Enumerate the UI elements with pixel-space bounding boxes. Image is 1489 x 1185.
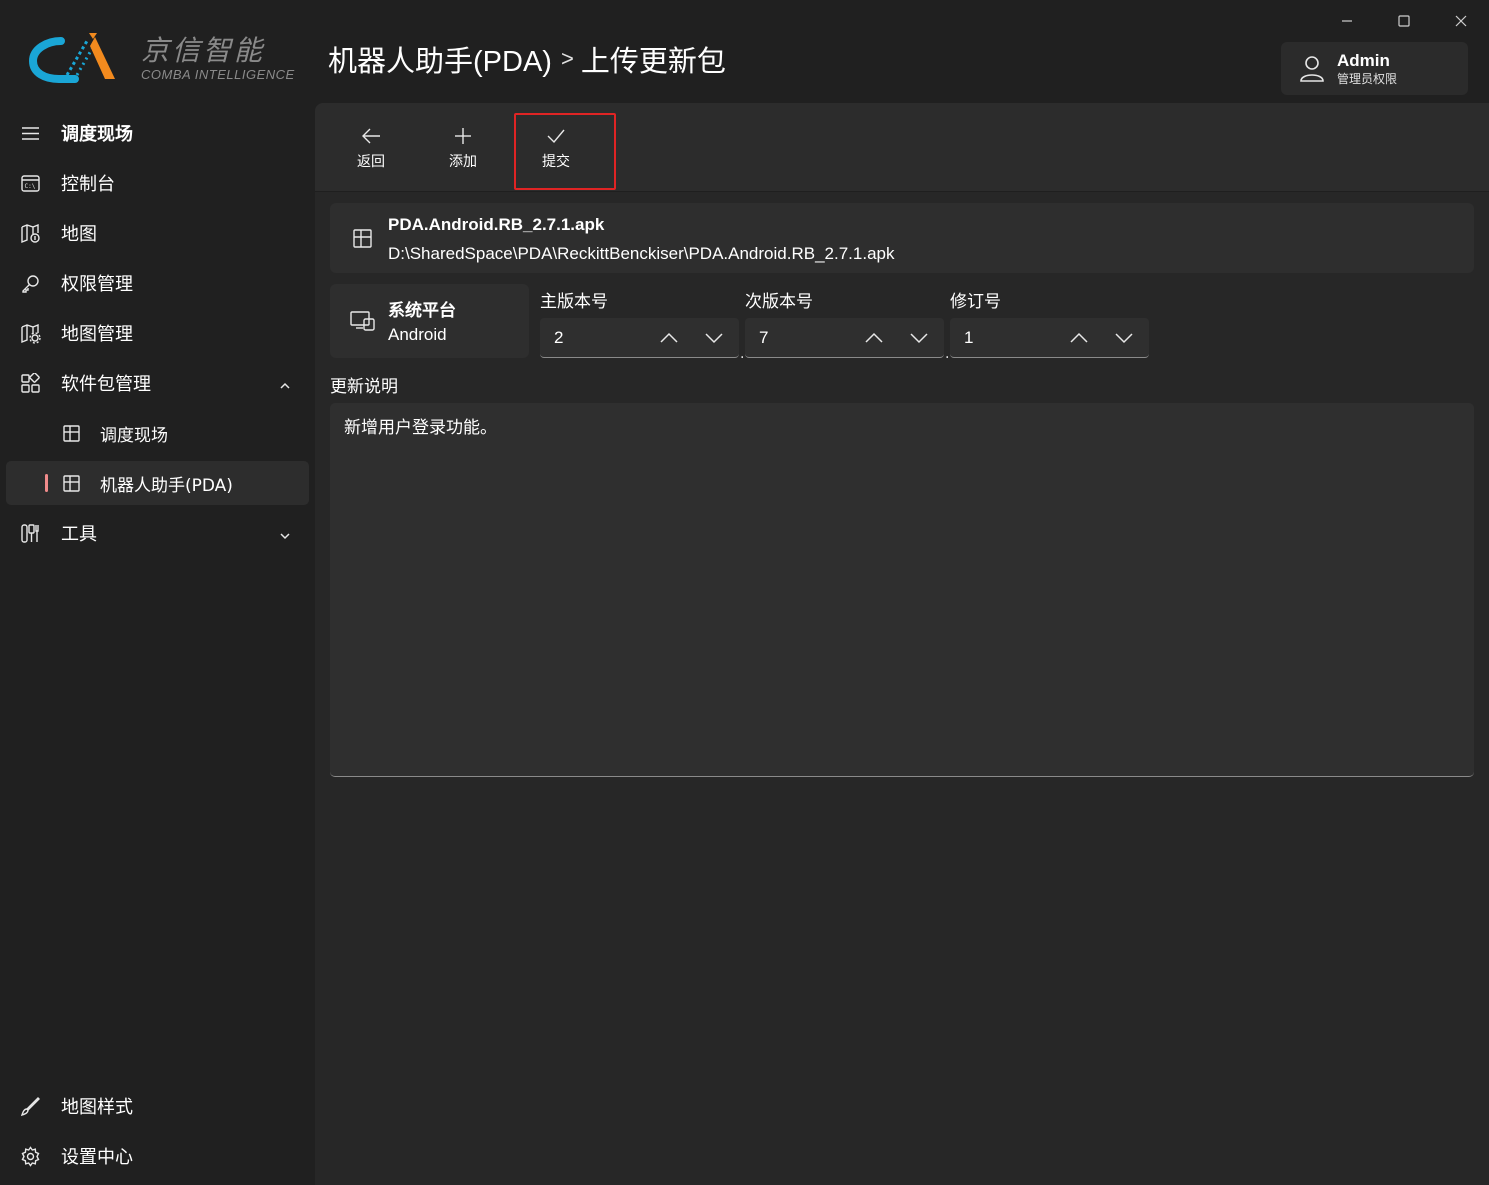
sidebar-item-label: 软件包管理 [61,374,151,395]
sidebar-item-map[interactable]: 地图 [6,211,309,255]
sidebar-item-label: 地图管理 [61,324,133,345]
active-indicator [45,474,48,492]
package-icon [352,228,373,249]
key-icon [20,273,41,294]
user-role: 管理员权限 [1337,71,1398,86]
logo-name-cn: 京信智能 [141,33,266,67]
major-version-label: 主版本号 [540,292,608,312]
add-button-label: 添加 [449,154,477,170]
file-card: PDA.Android.RB_2.7.1.apk D:\SharedSpace\… [330,203,1474,273]
platform-card: 系统平台 Android [330,284,529,358]
comba-logo-icon [28,33,115,83]
minor-version-label: 次版本号 [745,292,813,312]
toolbar: 返回 添加 提交 [315,103,1489,192]
apps-icon [20,372,41,394]
sidebar-item-label: 调度现场 [61,124,133,145]
add-button[interactable]: 添加 [425,125,501,175]
brand-logo: 京信智能 COMBA INTELLIGENCE [27,28,297,88]
main-content: 返回 添加 提交 PDA.Android.RB_2.7.1.apk D:\Sha… [315,103,1489,1185]
brush-icon [20,1096,41,1117]
submit-highlight-box [514,113,616,190]
chevron-up-icon[interactable] [659,329,679,347]
sidebar-item-label: 控制台 [61,174,115,195]
window-caption [1318,0,1489,42]
map-manage-icon [20,323,41,344]
back-button[interactable]: 返回 [333,125,409,175]
version-separator: . [945,346,950,362]
chevron-up-icon[interactable] [279,377,291,389]
page-title: 上传更新包 [580,46,726,78]
devices-icon [350,310,376,332]
chevron-down-icon[interactable] [279,527,291,540]
console-icon: C:\ [20,173,41,194]
sidebar-item-console[interactable]: C:\ 控制台 [6,161,309,205]
minor-version-value[interactable]: 7 [759,328,768,348]
package-icon [61,473,82,494]
sidebar-item-robot-assistant-pda[interactable]: 机器人助手(PDA) [6,461,309,505]
major-version-stepper[interactable]: 2 [540,318,739,358]
sidebar-item-label: 机器人助手(PDA) [100,475,233,496]
version-separator: . [740,346,745,362]
revision-stepper[interactable]: 1 [950,318,1149,358]
sidebar-item-dispatch-site-package[interactable]: 调度现场 [6,411,309,455]
platform-label: 系统平台 [388,301,456,321]
chevron-up-icon[interactable] [1069,329,1089,347]
sidebar-item-label: 工具 [61,524,97,545]
breadcrumb-parent[interactable]: 机器人助手(PDA) [328,38,552,80]
close-button[interactable] [1432,0,1489,42]
platform-value: Android [388,325,447,344]
map-icon [20,223,41,244]
breadcrumb: 机器人助手(PDA) > 上传更新包 [328,38,726,80]
file-path: D:\SharedSpace\PDA\ReckittBenckiser\PDA.… [388,244,895,263]
chevron-down-icon[interactable] [909,329,929,347]
sidebar-item-tools[interactable]: 工具 [6,511,309,555]
hamburger-icon [20,123,41,144]
major-version-value[interactable]: 2 [554,328,563,348]
sidebar-item-permissions[interactable]: 权限管理 [6,261,309,305]
user-icon [1299,55,1325,83]
sidebar-item-map-management[interactable]: 地图管理 [6,311,309,355]
sidebar-item-label: 权限管理 [61,274,133,295]
maximize-icon [1397,15,1410,27]
release-notes-textarea[interactable]: 新增用户登录功能。 [330,403,1474,777]
sidebar: 调度现场 C:\ 控制台 地图 权限管理 地图管理 软件包管理 调度现场 机器人… [0,108,315,1185]
sidebar-item-dispatch-site[interactable]: 调度现场 [6,111,309,155]
arrow-left-icon [362,128,380,144]
svg-text:C:\: C:\ [25,183,36,190]
chevron-down-icon[interactable] [704,329,724,347]
revision-value[interactable]: 1 [964,328,973,348]
sidebar-item-package-management[interactable]: 软件包管理 [6,361,309,405]
minimize-button[interactable] [1318,0,1375,42]
file-name: PDA.Android.RB_2.7.1.apk [388,215,605,234]
sidebar-item-settings[interactable]: 设置中心 [6,1134,309,1178]
logo-name-en: COMBA INTELLIGENCE [141,66,295,82]
user-account-button[interactable]: Admin 管理员权限 [1281,42,1468,95]
sidebar-item-label: 设置中心 [61,1147,133,1168]
chevron-down-icon[interactable] [1114,329,1134,347]
maximize-button[interactable] [1375,0,1432,42]
close-icon [1455,15,1466,27]
tools-icon [20,523,41,544]
plus-icon [455,128,471,144]
package-icon [61,423,82,444]
app-window: 京信智能 COMBA INTELLIGENCE 机器人助手(PDA) > 上传更… [0,0,1489,1185]
release-notes-value: 新增用户登录功能。 [344,418,497,438]
sidebar-item-map-style[interactable]: 地图样式 [6,1084,309,1128]
sidebar-item-label: 地图 [61,224,97,245]
breadcrumb-separator: > [560,46,574,71]
sidebar-item-label: 调度现场 [100,425,168,446]
minimize-icon [1341,20,1352,22]
settings-icon [20,1146,41,1167]
release-notes-label: 更新说明 [330,377,398,397]
minor-version-stepper[interactable]: 7 [745,318,944,358]
back-button-label: 返回 [357,154,385,170]
sidebar-item-label: 地图样式 [61,1097,133,1118]
revision-label: 修订号 [950,292,1001,312]
chevron-up-icon[interactable] [864,329,884,347]
user-name: Admin [1337,50,1390,70]
